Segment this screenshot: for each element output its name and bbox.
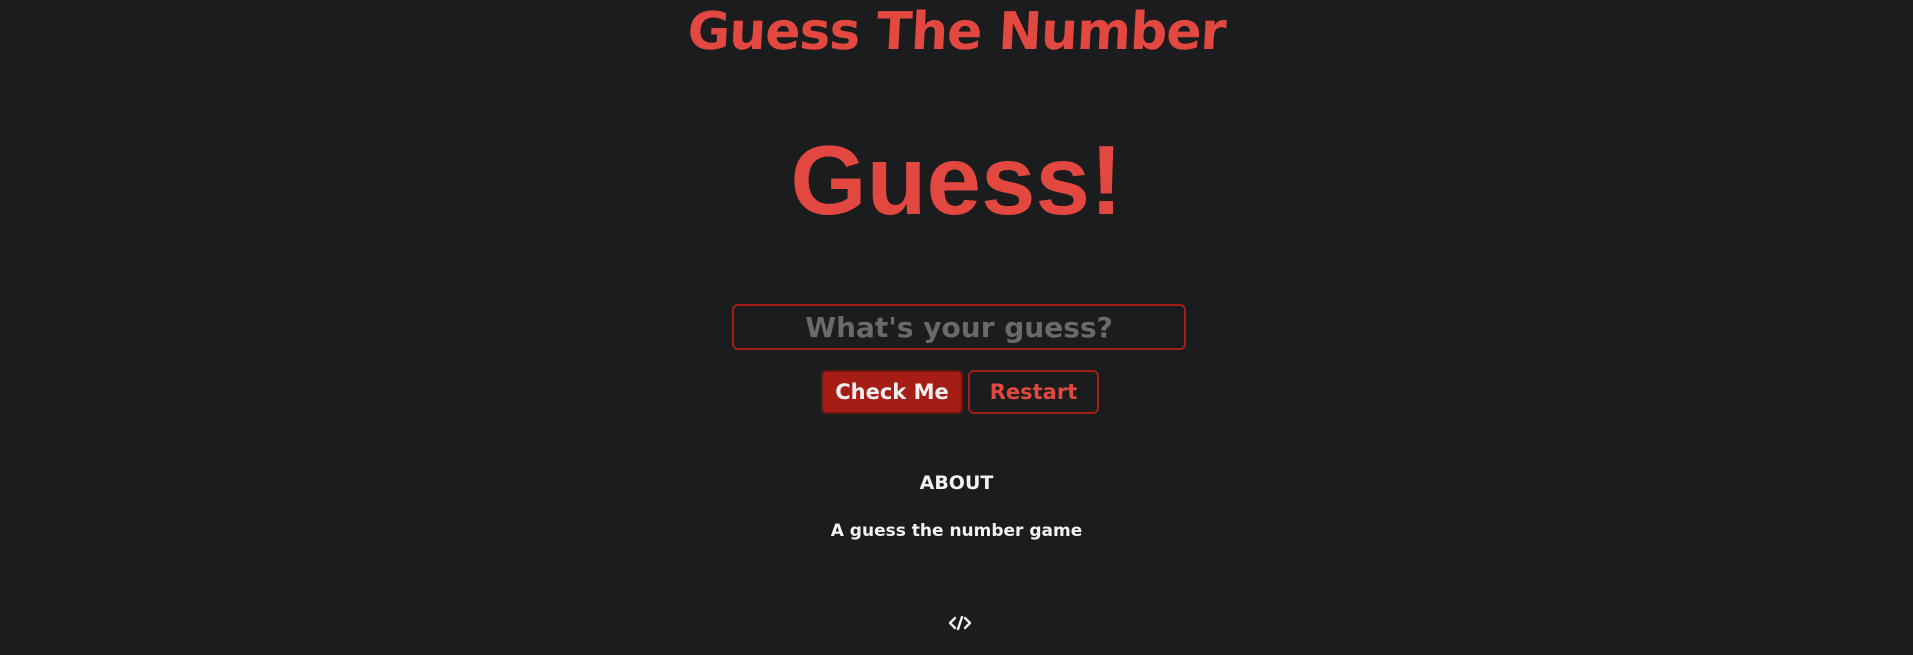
code-icon <box>948 615 972 635</box>
check-button[interactable]: Check Me <box>821 370 963 414</box>
page-title: Guess The Number <box>686 2 1227 62</box>
source-code-link[interactable] <box>940 611 980 639</box>
about-heading: ABOUT <box>919 472 994 494</box>
guess-input[interactable] <box>732 304 1186 350</box>
about-description: A guess the number game <box>830 521 1083 541</box>
game-message: Guess! <box>790 125 1123 235</box>
restart-button[interactable]: Restart <box>968 370 1099 414</box>
